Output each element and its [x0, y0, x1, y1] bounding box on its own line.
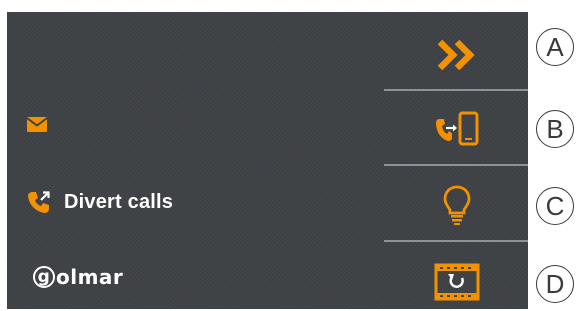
menu-divider — [384, 89, 528, 91]
logo-text: olmar — [56, 265, 124, 289]
callout-a: A — [536, 28, 574, 66]
callout-d: D — [536, 265, 574, 303]
callout-b: B — [536, 110, 574, 148]
forward-button[interactable] — [402, 25, 512, 85]
menu-divider — [384, 164, 528, 166]
envelope-icon — [27, 117, 47, 132]
divert-calls-label: Divert calls — [64, 190, 174, 213]
call-transfer-button[interactable] — [402, 99, 512, 159]
call-forward-icon — [28, 191, 50, 213]
message-indicator[interactable] — [27, 117, 47, 132]
film-refresh-icon — [434, 263, 480, 301]
double-chevron-right-icon — [437, 39, 475, 71]
callout-c: C — [536, 187, 574, 225]
monitor-screen: Divert calls g olmar — [7, 12, 528, 309]
divert-calls-item[interactable]: Divert calls — [26, 189, 173, 215]
call-transfer-to-phone-icon — [436, 111, 479, 146]
light-bulb-icon — [443, 185, 471, 225]
menu-divider — [384, 240, 528, 242]
logo-initial: g — [33, 266, 55, 288]
golmar-logo: g olmar — [33, 265, 123, 289]
video-refresh-button[interactable] — [402, 252, 512, 309]
light-button[interactable] — [402, 175, 512, 235]
